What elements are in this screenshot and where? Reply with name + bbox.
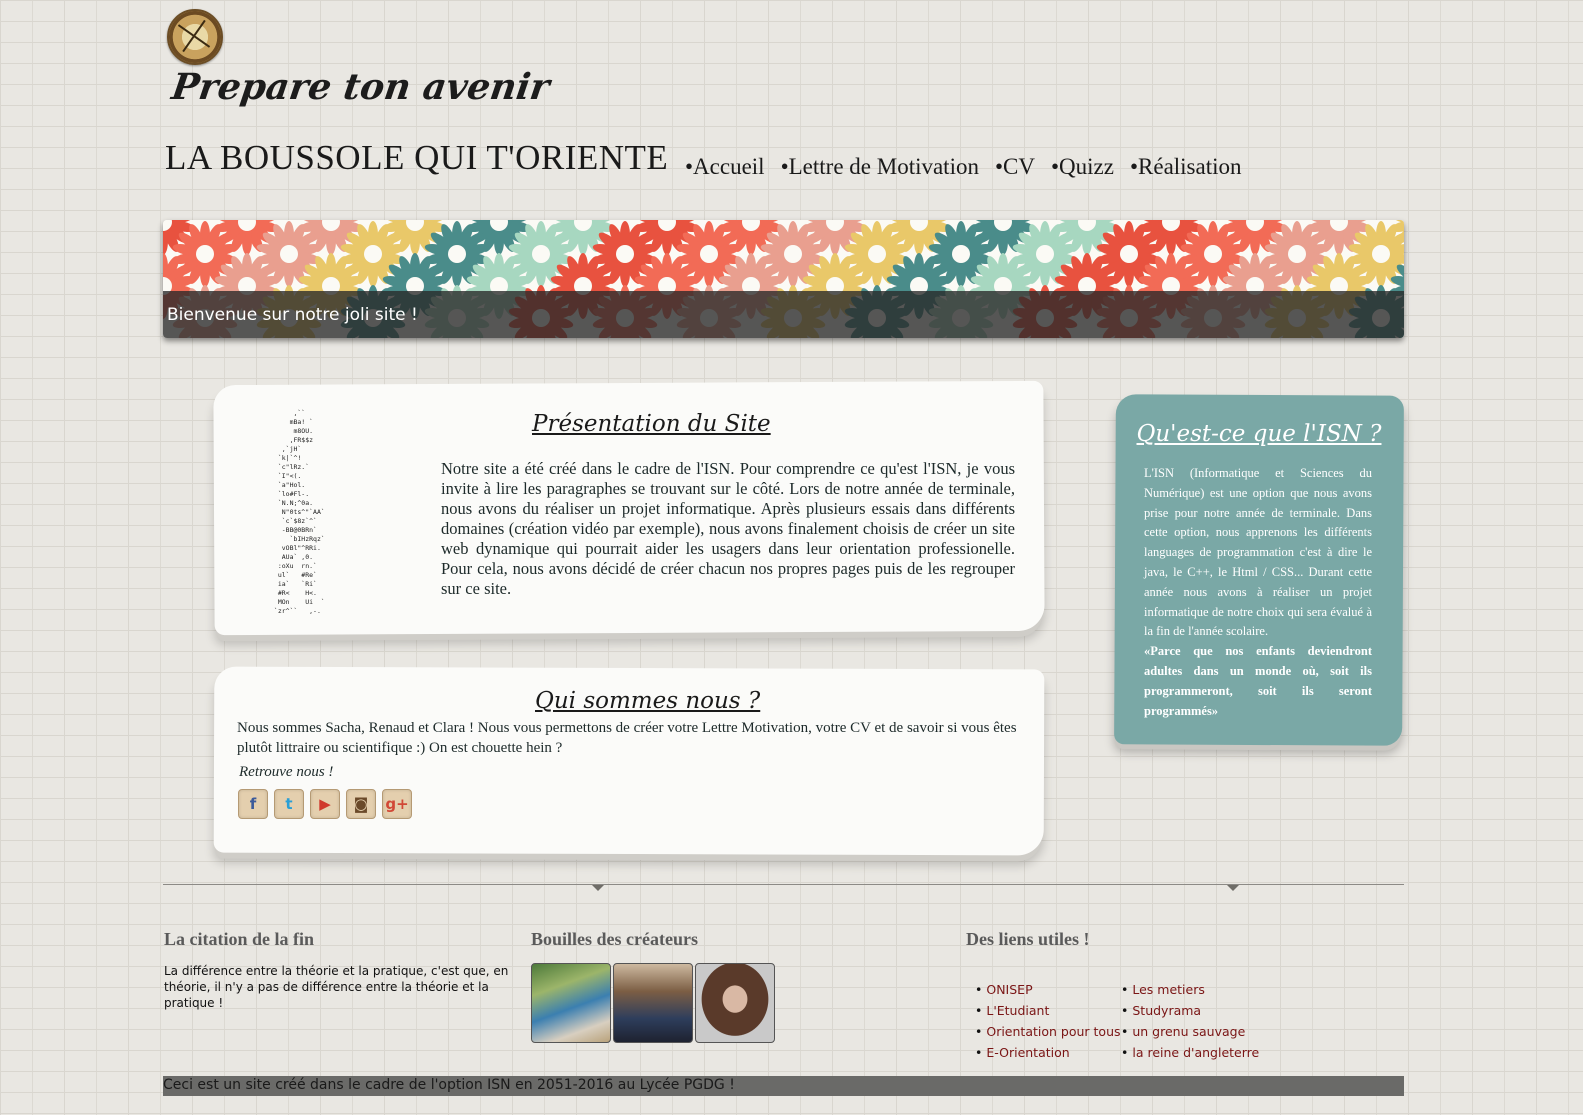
link-un-grenu-sauvage[interactable]: un grenu sauvage xyxy=(1121,1022,1281,1041)
useful-links-list: ONISEP Les metiers L'Etudiant Studyrama … xyxy=(975,980,1281,1062)
welcome-banner: Bienvenue sur notre joli site ! xyxy=(163,220,1404,338)
link-studyrama[interactable]: Studyrama xyxy=(1121,1001,1281,1020)
instagram-icon[interactable]: ◙ xyxy=(346,789,376,819)
divider-ornament-icon xyxy=(1227,885,1239,891)
divider-ornament-icon xyxy=(592,885,604,891)
about-title: Qui sommes nous ? xyxy=(535,688,761,714)
presentation-text: Notre site a été créé dans le cadre de l… xyxy=(441,459,1015,598)
follow-us-label: Retrouve nous ! xyxy=(239,764,334,780)
youtube-icon[interactable]: ▶ xyxy=(310,789,340,819)
link-orientation-pour-tous[interactable]: Orientation pour tous xyxy=(975,1022,1121,1041)
nav-item-quizz[interactable]: •Quizz xyxy=(1051,154,1114,180)
site-title[interactable]: LA BOUSSOLE QUI T'ORIENTE xyxy=(165,138,668,178)
nav-item-lettre-motivation[interactable]: •Lettre de Motivation xyxy=(781,154,979,180)
sidebar-quote: «Parce que nos enfants deviendront adult… xyxy=(1144,644,1372,718)
sidebar-text: L'ISN (Informatique et Sciences du Numér… xyxy=(1144,466,1372,639)
twitter-icon[interactable]: t xyxy=(274,789,304,819)
quote-text: La différence entre la théorie et la pra… xyxy=(164,964,509,1010)
creator-photo-2[interactable] xyxy=(613,963,693,1043)
sidebar-title: Qu'est-ce que l'ISN ? xyxy=(1136,421,1382,447)
banner-caption-bar: Bienvenue sur notre joli site ! xyxy=(163,291,1404,338)
social-links: f t ▶ ◙ g+ xyxy=(238,789,412,819)
links-heading: Des liens utiles ! xyxy=(966,929,1090,949)
link-letudiant[interactable]: L'Etudiant xyxy=(975,1001,1121,1020)
creator-photo-3[interactable] xyxy=(695,963,775,1043)
bottom-info-bar: Ceci est un site créé dans le cadre de l… xyxy=(163,1076,1404,1096)
banner-caption: Bienvenue sur notre joli site ! xyxy=(167,305,418,325)
quote-heading: La citation de la fin xyxy=(164,929,315,949)
creators-heading: Bouilles des créateurs xyxy=(531,929,698,949)
nav-item-realisation[interactable]: •Réalisation xyxy=(1130,154,1242,180)
nav-item-cv[interactable]: •CV xyxy=(995,154,1035,180)
link-les-metiers[interactable]: Les metiers xyxy=(1121,980,1281,999)
link-e-orientation[interactable]: E-Orientation xyxy=(975,1043,1121,1062)
google-plus-icon[interactable]: g+ xyxy=(382,789,412,819)
link-la-reine-dangleterre[interactable]: la reine d'angleterre xyxy=(1121,1043,1281,1062)
site-tagline: Prepare ton avenir xyxy=(169,66,553,108)
facebook-icon[interactable]: f xyxy=(238,789,268,819)
sidebar-text-block: L'ISN (Informatique et Sciences du Numér… xyxy=(1144,464,1372,721)
link-onisep[interactable]: ONISEP xyxy=(975,980,1121,999)
footer-divider xyxy=(163,884,1404,885)
compass-logo-icon xyxy=(167,9,223,65)
creator-photos xyxy=(531,963,775,1043)
main-nav: •Accueil •Lettre de Motivation •CV •Quiz… xyxy=(685,154,1242,180)
bottom-info-text: Ceci est un site créé dans le cadre de l… xyxy=(163,1077,735,1093)
presentation-title: Présentation du Site xyxy=(532,411,771,437)
nav-item-accueil[interactable]: •Accueil xyxy=(685,154,765,180)
about-text: Nous sommes Sacha, Renaud et Clara ! Nou… xyxy=(237,720,1017,756)
creator-photo-1[interactable] xyxy=(531,963,611,1043)
ascii-art-figure-image: ,`` mBa! ` m8OU. ,FR$$z ,`jH` `k|`^! `c"… xyxy=(273,409,325,615)
